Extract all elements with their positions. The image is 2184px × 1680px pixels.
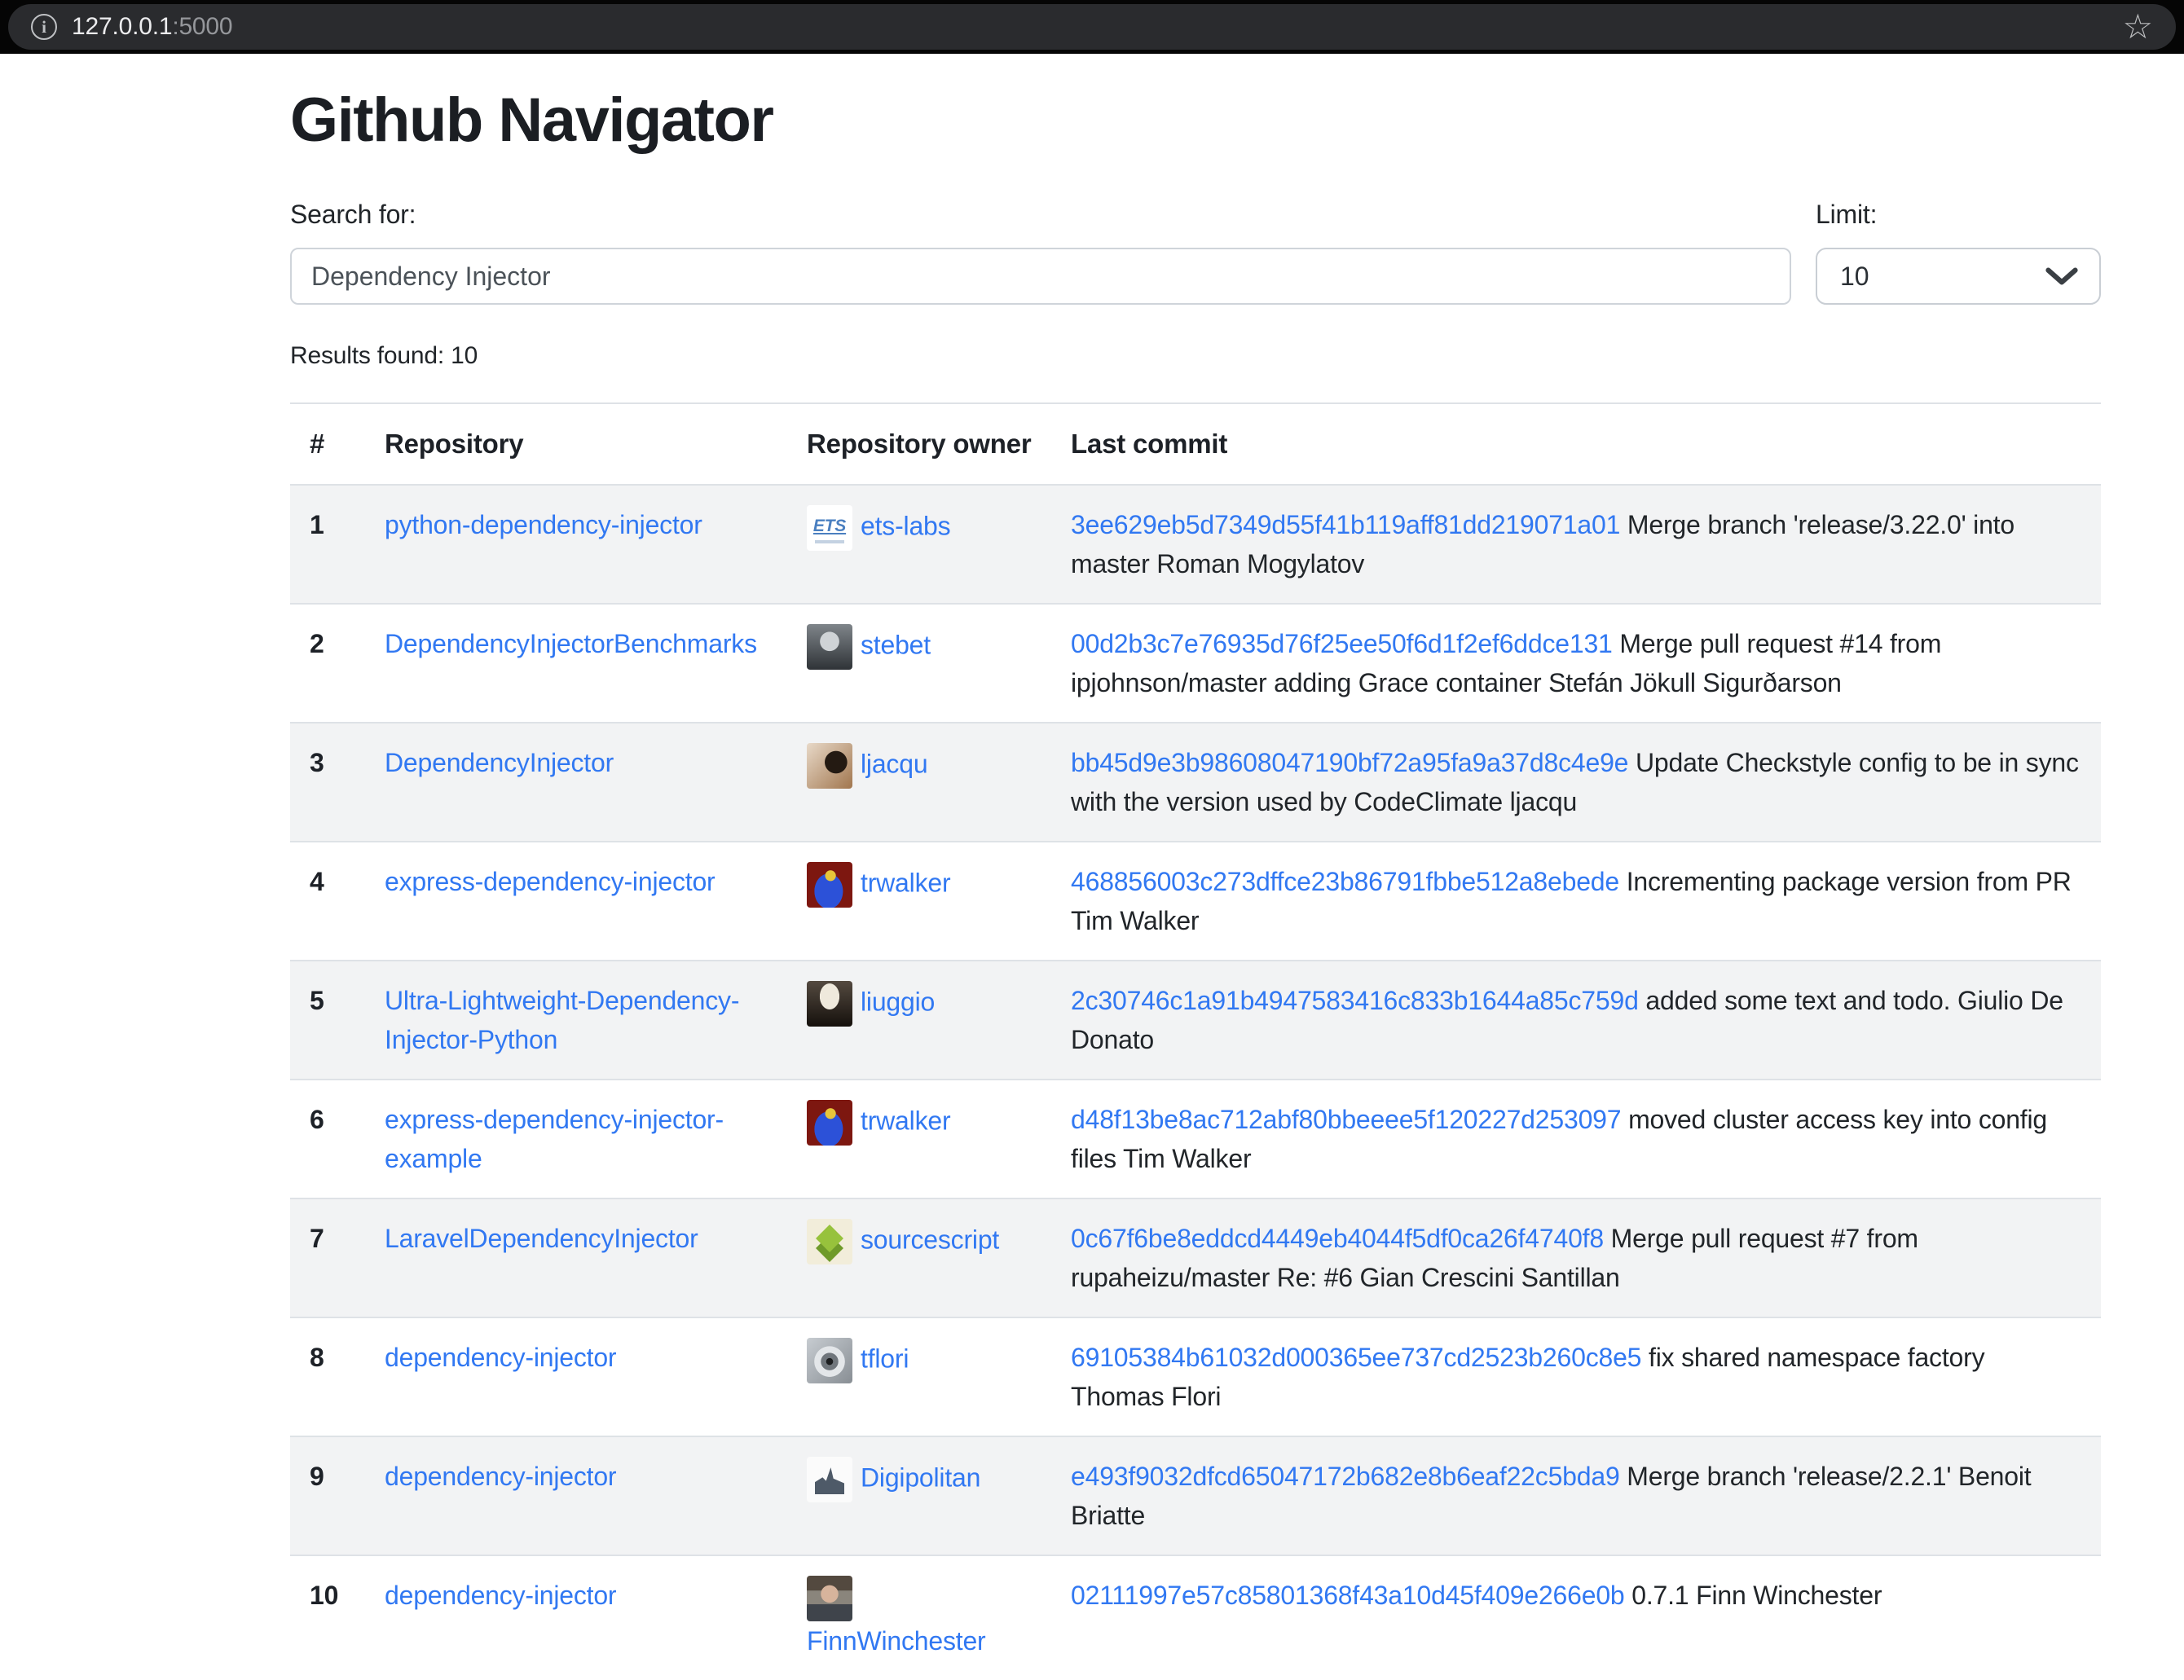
owner-link[interactable]: ljacqu xyxy=(861,750,927,779)
owner-link[interactable]: ets-labs xyxy=(861,512,950,541)
owner-link[interactable]: stebet xyxy=(861,631,931,660)
row-index: 1 xyxy=(290,485,365,604)
commit-hash-link[interactable]: bb45d9e3b98608047190bf72a95fa9a37d8c4e9e xyxy=(1071,748,1628,777)
commit-hash-link[interactable]: 69105384b61032d000365ee737cd2523b260c8e5 xyxy=(1071,1343,1641,1372)
results-table-body: 1 python-dependency-injector ets-labs 3e… xyxy=(290,485,2101,1680)
row-index: 9 xyxy=(290,1436,365,1555)
row-index: 2 xyxy=(290,604,365,723)
table-row: 3 DependencyInjector ljacqu bb45d9e3b986… xyxy=(290,723,2101,842)
table-row: 9 dependency-injector Digipolitan e493f9… xyxy=(290,1436,2101,1555)
commit-hash-link[interactable]: 468856003c273dffce23b86791fbbe512a8ebede xyxy=(1071,867,1619,896)
table-row: 2 DependencyInjectorBenchmarks stebet 00… xyxy=(290,604,2101,723)
repo-link[interactable]: python-dependency-injector xyxy=(385,510,702,539)
stebet-avatar xyxy=(807,624,852,670)
commit-hash-link[interactable]: 2c30746c1a91b4947583416c833b1644a85c759d xyxy=(1071,986,1639,1015)
row-index: 10 xyxy=(290,1555,365,1680)
table-row: 1 python-dependency-injector ets-labs 3e… xyxy=(290,485,2101,604)
row-index: 8 xyxy=(290,1317,365,1436)
trwalker-avatar xyxy=(807,862,852,908)
repo-link[interactable]: dependency-injector xyxy=(385,1462,616,1491)
owner-link[interactable]: Digipolitan xyxy=(861,1463,980,1493)
header-index: # xyxy=(290,403,365,485)
commit-hash-link[interactable]: 0c67f6be8eddcd4449eb4044f5df0ca26f4740f8 xyxy=(1071,1224,1604,1253)
commit-message: 0.7.1 Finn Winchester xyxy=(1631,1581,1882,1610)
finnwinchester-avatar xyxy=(807,1576,852,1621)
trwalker-avatar xyxy=(807,1100,852,1146)
header-last-commit: Last commit xyxy=(1051,403,2101,485)
table-row: 6 express-dependency-injector-example tr… xyxy=(290,1080,2101,1198)
search-group: Search for: xyxy=(290,200,1791,305)
row-index: 7 xyxy=(290,1198,365,1317)
commit-hash-link[interactable]: 00d2b3c7e76935d76f25ee50f6d1f2ef6ddce131 xyxy=(1071,629,1613,658)
liuggio-avatar xyxy=(807,981,852,1027)
ets-avatar xyxy=(807,505,852,551)
repo-link[interactable]: dependency-injector xyxy=(385,1581,616,1610)
page-content: Github Navigator Search for: Limit: 10 R… xyxy=(290,83,2101,1680)
browser-url-bar[interactable]: 127.0.0.1:5000 xyxy=(8,4,2176,50)
repo-link[interactable]: LaravelDependencyInjector xyxy=(385,1224,698,1253)
page-title: Github Navigator xyxy=(290,83,2101,157)
tflori-avatar xyxy=(807,1338,852,1383)
search-label: Search for: xyxy=(290,200,1791,230)
owner-link[interactable]: FinnWinchester xyxy=(807,1626,986,1656)
search-input[interactable] xyxy=(290,248,1791,305)
commit-hash-link[interactable]: e493f9032dfcd65047172b682e8b6eaf22c5bda9 xyxy=(1071,1462,1620,1491)
repo-link[interactable]: dependency-injector xyxy=(385,1343,616,1372)
table-row: 8 dependency-injector tflori 69105384b61… xyxy=(290,1317,2101,1436)
limit-group: Limit: 10 xyxy=(1816,200,2101,305)
row-index: 6 xyxy=(290,1080,365,1198)
results-table: # Repository Repository owner Last commi… xyxy=(290,402,2101,1680)
owner-link[interactable]: sourcescript xyxy=(861,1225,999,1255)
owner-link[interactable]: tflori xyxy=(861,1344,909,1374)
limit-select[interactable]: 10 xyxy=(1816,248,2101,305)
row-index: 5 xyxy=(290,961,365,1080)
row-index: 4 xyxy=(290,842,365,961)
ljacqu-avatar xyxy=(807,743,852,789)
url-host: 127.0.0.1 xyxy=(72,13,172,41)
sourcescript-avatar xyxy=(807,1219,852,1264)
repo-link[interactable]: DependencyInjector xyxy=(385,748,614,777)
limit-label: Limit: xyxy=(1816,200,2101,230)
owner-link[interactable]: trwalker xyxy=(861,869,950,898)
row-index: 3 xyxy=(290,723,365,842)
header-repository: Repository xyxy=(365,403,787,485)
table-row: 4 express-dependency-injector trwalker 4… xyxy=(290,842,2101,961)
table-row: 5 Ultra-Lightweight-Dependency-Injector-… xyxy=(290,961,2101,1080)
star-icon[interactable] xyxy=(2123,10,2153,44)
table-row: 10 dependency-injector FinnWinchester 02… xyxy=(290,1555,2101,1680)
search-form: Search for: Limit: 10 xyxy=(290,200,2101,305)
repo-link[interactable]: express-dependency-injector-example xyxy=(385,1105,724,1173)
table-header-row: # Repository Repository owner Last commi… xyxy=(290,403,2101,485)
commit-hash-link[interactable]: d48f13be8ac712abf80bbeeee5f120227d253097 xyxy=(1071,1105,1621,1134)
owner-link[interactable]: trwalker xyxy=(861,1106,950,1136)
digipolitan-avatar xyxy=(807,1457,852,1502)
url-port: :5000 xyxy=(172,13,232,41)
info-icon[interactable] xyxy=(31,14,57,40)
header-repository-owner: Repository owner xyxy=(787,403,1051,485)
commit-hash-link[interactable]: 3ee629eb5d7349d55f41b119aff81dd219071a01 xyxy=(1071,510,1620,539)
browser-chrome: 127.0.0.1:5000 xyxy=(0,0,2184,54)
results-count: Results found: 10 xyxy=(290,342,2101,370)
commit-hash-link[interactable]: 02111997e57c85801368f43a10d45f409e266e0b xyxy=(1071,1581,1625,1610)
repo-link[interactable]: express-dependency-injector xyxy=(385,867,716,896)
repo-link[interactable]: Ultra-Lightweight-Dependency-Injector-Py… xyxy=(385,986,739,1054)
owner-link[interactable]: liuggio xyxy=(861,987,935,1017)
table-row: 7 LaravelDependencyInjector sourcescript… xyxy=(290,1198,2101,1317)
repo-link[interactable]: DependencyInjectorBenchmarks xyxy=(385,629,757,658)
